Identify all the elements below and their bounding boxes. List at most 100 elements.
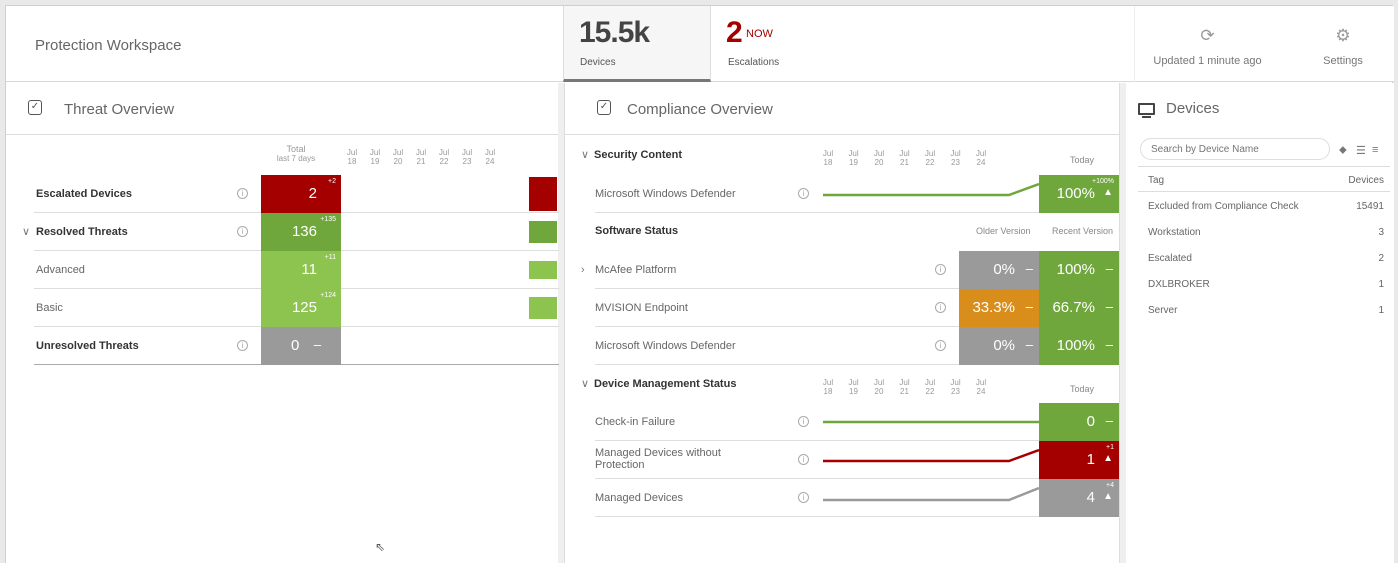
dm-row-managed[interactable]: Managed Devices i 4 +4 ▲	[595, 479, 1119, 517]
day-header: Jul 20	[390, 148, 406, 166]
day-number: 18	[347, 157, 357, 166]
software-row-mvision[interactable]: MVISION Endpoint i 33.3% – 66.7% –	[595, 289, 1119, 327]
threat-overview-panel: ✓ Threat Overview Total last 7 days Jul 1…	[6, 83, 559, 563]
threat-total-value: 136	[291, 223, 317, 240]
compliance-panel-header: ✓ Compliance Overview	[565, 83, 1119, 135]
day-number: 23	[951, 158, 960, 167]
info-icon[interactable]: i	[237, 340, 248, 351]
security-row-label: Microsoft Windows Defender	[595, 188, 736, 200]
devices-panel-header: Devices	[1126, 83, 1394, 135]
info-icon[interactable]: i	[935, 340, 946, 351]
day-number: 24	[485, 157, 495, 166]
info-icon[interactable]: i	[237, 226, 248, 237]
threat-row-resolved[interactable]: ∨ Resolved Threats i 136 +135	[22, 213, 559, 251]
checkin-sparkline	[823, 420, 1039, 424]
history-icon: ⟳	[1200, 26, 1215, 45]
day-header: Jul 21	[897, 149, 913, 167]
filter-icon[interactable]: ☰	[1356, 144, 1366, 157]
tag-row[interactable]: Escalated 2	[1138, 245, 1390, 271]
threat-day-bar	[529, 177, 557, 211]
devices-metric-tab[interactable]: 15.5k Devices	[563, 6, 711, 82]
day-month: Jul	[484, 148, 496, 157]
dm-row-unprotected[interactable]: Managed Devices without Protection i 1 +…	[595, 441, 1119, 479]
mouse-cursor-icon: ⇖	[375, 540, 386, 554]
threat-row-advanced[interactable]: Advanced 11 +11	[34, 251, 559, 289]
recent-version-tile: 100% –	[1039, 327, 1119, 365]
dm-today-tile: 1 +1 ▲	[1039, 441, 1119, 479]
day-number: 18	[823, 158, 833, 167]
device-management-title[interactable]: Device Management Status	[594, 378, 736, 390]
software-row-defender[interactable]: Microsoft Windows Defender i 0% – 100% –	[595, 327, 1119, 365]
day-header: Jul 19	[846, 149, 862, 167]
info-icon[interactable]: i	[798, 188, 809, 199]
threat-day-bar	[529, 221, 557, 243]
tag-row[interactable]: Server 1	[1138, 297, 1390, 323]
managed-sparkline	[823, 486, 1039, 502]
refresh-button[interactable]: ⟳ Updated 1 minute ago	[1134, 6, 1280, 82]
day-header: Jul 20	[871, 149, 887, 167]
tag-icon[interactable]: ⬥	[1339, 144, 1347, 157]
threat-total-tile: 136 +135	[261, 213, 341, 251]
day-header: Jul 20	[871, 378, 887, 396]
threat-row-unresolved[interactable]: Unresolved Threats i 0 –	[34, 327, 559, 365]
day-month: Jul	[924, 378, 936, 387]
day-header: Jul 22	[922, 149, 938, 167]
dm-today-trend: –	[1105, 413, 1113, 428]
settings-button[interactable]: ⚙ Settings	[1303, 6, 1383, 82]
day-month: Jul	[924, 149, 936, 158]
recent-version-trend: –	[1105, 337, 1113, 352]
info-icon[interactable]: i	[935, 302, 946, 313]
top-header: Protection Workspace 15.5k Devices 2 NOW…	[6, 6, 1394, 82]
threat-row-basic[interactable]: Basic 125 +124	[34, 289, 559, 327]
day-month: Jul	[899, 149, 910, 158]
day-number: 23	[462, 157, 472, 166]
day-header: Jul 22	[922, 378, 938, 396]
day-header: Jul 24	[482, 148, 498, 166]
day-number: 18	[823, 387, 833, 396]
info-icon[interactable]: i	[935, 264, 946, 275]
day-number: 23	[951, 387, 960, 396]
day-number: 20	[874, 158, 884, 167]
older-version-trend: –	[1025, 261, 1033, 276]
threat-row-label: Resolved Threats	[36, 226, 128, 238]
day-month: Jul	[899, 378, 910, 387]
tag-count: 3	[1378, 227, 1384, 238]
threat-total-tile: 125 +124	[261, 289, 341, 327]
info-icon[interactable]: i	[798, 454, 809, 465]
threat-day-bar	[529, 261, 557, 279]
day-header: Jul 18	[820, 149, 836, 167]
info-icon[interactable]: i	[798, 416, 809, 427]
tag-row[interactable]: DXLBROKER 1	[1138, 271, 1390, 297]
threat-total-delta: –	[313, 337, 321, 352]
device-search-input[interactable]	[1140, 138, 1330, 160]
tag-row[interactable]: Workstation 3	[1138, 219, 1390, 245]
chevron-down-icon[interactable]: ∨	[581, 365, 589, 403]
chevron-down-icon[interactable]: ∨	[581, 136, 589, 174]
security-row-defender[interactable]: Microsoft Windows Defender i 100% +100% …	[595, 175, 1119, 213]
tag-name: Excluded from Compliance Check	[1148, 201, 1299, 212]
tag-name: DXLBROKER	[1148, 279, 1210, 290]
dm-today-delta: +4	[1106, 482, 1114, 489]
chevron-down-icon[interactable]: ∨	[22, 213, 30, 251]
threat-row-escalated[interactable]: Escalated Devices i 2 +2	[34, 175, 559, 213]
dm-row-checkin-failure[interactable]: Check-in Failure i 0 –	[595, 403, 1119, 441]
escalations-metric-tab[interactable]: 2 NOW Escalations	[711, 6, 851, 82]
day-number: 20	[874, 387, 884, 396]
list-view-icon[interactable]: ≡	[1372, 144, 1378, 156]
day-month: Jul	[369, 148, 381, 157]
day-number: 21	[900, 158, 909, 167]
software-row-mcafee[interactable]: › McAfee Platform i 0% – 100% –	[581, 251, 1119, 289]
chevron-right-icon[interactable]: ›	[581, 251, 585, 289]
day-header: Jul 24	[973, 149, 989, 167]
escalations-now: NOW	[746, 28, 773, 40]
day-number: 22	[925, 158, 935, 167]
devices-metric-label: Devices	[580, 57, 616, 68]
security-content-title[interactable]: Security Content	[594, 149, 682, 161]
day-month: Jul	[415, 148, 427, 157]
info-icon[interactable]: i	[798, 492, 809, 503]
total-label: Total	[286, 144, 306, 154]
info-icon[interactable]: i	[237, 188, 248, 199]
threat-panel-header: ✓ Threat Overview	[6, 83, 558, 135]
tag-count: 1	[1378, 305, 1384, 316]
tag-row[interactable]: Excluded from Compliance Check 15491	[1138, 193, 1390, 219]
